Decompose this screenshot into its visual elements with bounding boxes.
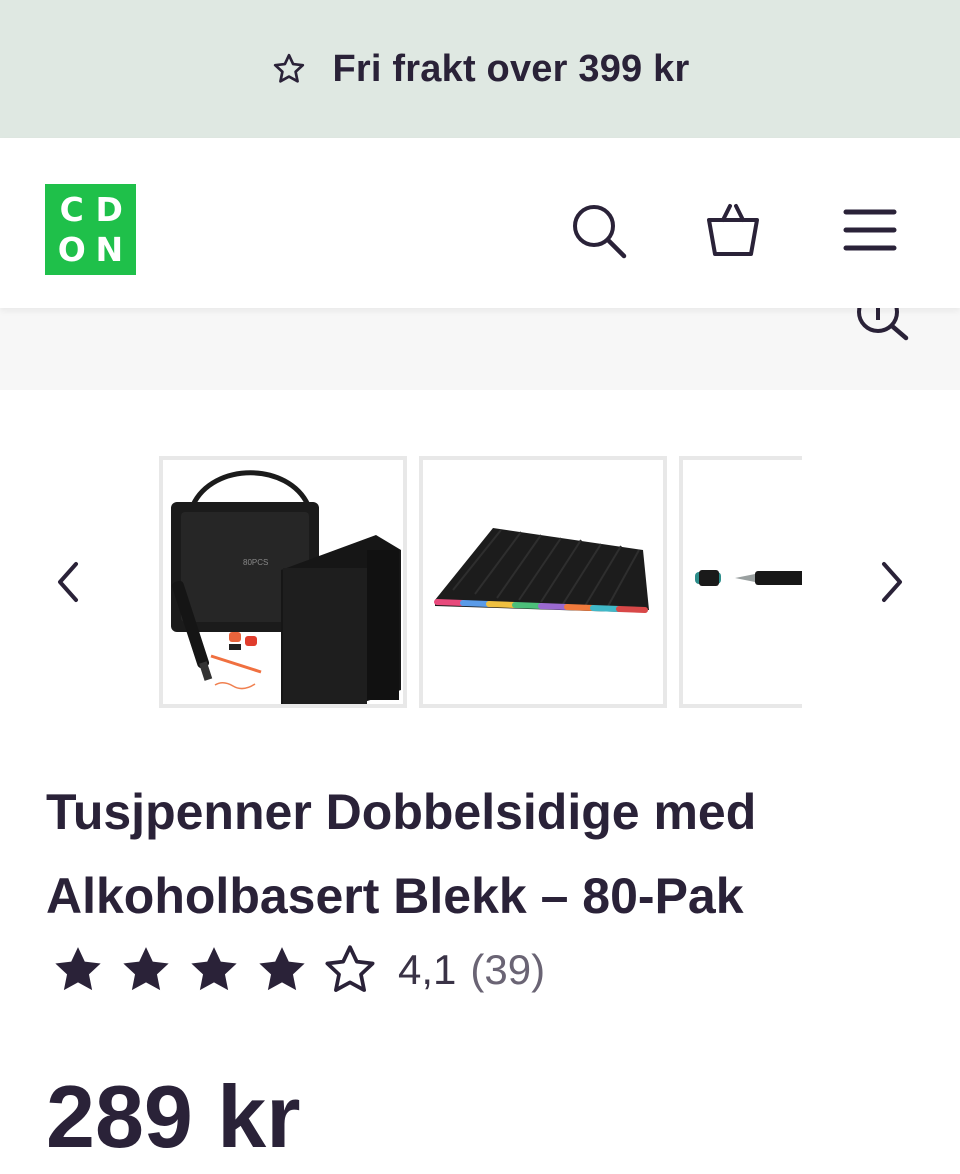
chevron-left-icon: [58, 562, 78, 602]
thumbnail[interactable]: [419, 456, 667, 708]
hamburger-menu-icon: [843, 209, 897, 251]
basket-icon: [707, 204, 759, 256]
star-filled-icon: [259, 947, 305, 991]
gallery-prev-button[interactable]: [48, 556, 88, 608]
product-gallery: 80PCS: [0, 456, 960, 710]
single-marker-image: [683, 460, 802, 704]
rating-stars: [50, 942, 378, 998]
promo-text: Fri frakt over 399 kr: [332, 47, 690, 90]
star-outline-icon: [273, 53, 304, 83]
product-title-line: Tusjpenner Dobbelsidige med: [46, 784, 757, 840]
basket-button[interactable]: [703, 200, 763, 260]
star-filled-icon: [55, 947, 101, 991]
logo-letter: D: [95, 190, 123, 230]
product-rating[interactable]: 4,1 (39): [50, 940, 545, 1000]
menu-button[interactable]: [840, 200, 900, 260]
chevron-right-icon: [882, 562, 902, 602]
thumbnail[interactable]: 80PCS: [159, 456, 407, 708]
search-icon: [573, 205, 627, 259]
thumbnail-strip: 80PCS: [159, 456, 802, 710]
product-title-line: Alkoholbasert Blekk – 80-Pak: [46, 868, 744, 924]
site-header: C D O N: [0, 138, 960, 308]
thumbnail[interactable]: [679, 456, 802, 708]
image-zoom-strip: [0, 308, 960, 390]
cdon-logo[interactable]: C D O N: [45, 184, 136, 275]
star-outline-icon: [325, 945, 375, 992]
logo-letter: O: [57, 229, 86, 269]
promo-bar: Fri frakt over 399 kr: [0, 0, 960, 138]
marker-bag-set-image: 80PCS: [163, 460, 403, 704]
logo-letter: N: [95, 229, 124, 269]
logo-letter: C: [59, 190, 84, 230]
markers-pile-image: [423, 460, 663, 704]
gallery-next-button[interactable]: [872, 556, 912, 608]
rating-score: 4,1: [398, 946, 457, 993]
svg-text:80PCS: 80PCS: [243, 558, 268, 567]
star-filled-icon: [191, 947, 237, 991]
star-filled-icon: [123, 947, 169, 991]
product-price: 289 kr: [46, 1067, 301, 1166]
search-button[interactable]: [568, 200, 628, 260]
product-title: Tusjpenner Dobbelsidige med Alkoholbaser…: [46, 770, 926, 938]
review-count: (39): [470, 946, 546, 993]
